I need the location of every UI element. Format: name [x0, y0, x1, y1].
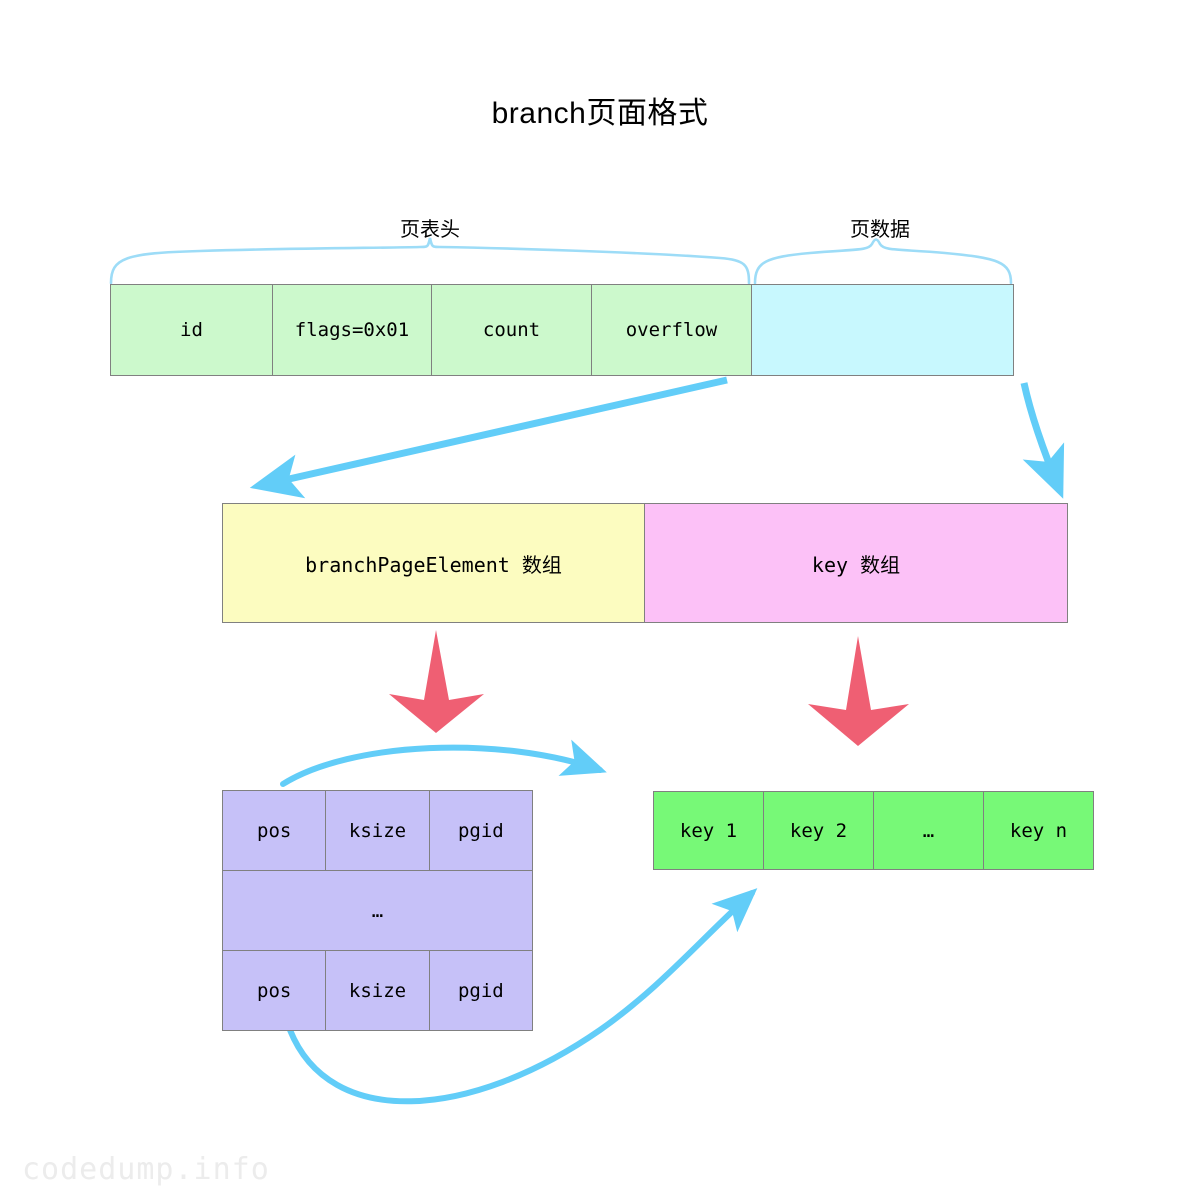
- element-cell-pos-last[interactable]: pos: [223, 951, 327, 1030]
- table-row: pos ksize pgid: [223, 791, 532, 871]
- branch-page-element-table: pos ksize pgid … pos ksize pgid: [222, 790, 533, 1031]
- element-cell-ksize-last[interactable]: ksize: [326, 951, 430, 1030]
- key-cell-1[interactable]: key 1: [654, 792, 764, 869]
- page-header-cell-count[interactable]: count: [432, 285, 592, 375]
- key-cell-n[interactable]: key n: [984, 792, 1093, 869]
- key-array-cell[interactable]: key 数组: [645, 504, 1067, 622]
- arrays-strip: branchPageElement 数组 key 数组: [222, 503, 1068, 623]
- page-header-cell-id[interactable]: id: [111, 285, 273, 375]
- page-header-cell-flags[interactable]: flags=0x01: [273, 285, 432, 375]
- element-cell-ellipsis: …: [223, 871, 532, 950]
- table-row: pos ksize pgid: [223, 951, 532, 1030]
- element-cell-pgid-last[interactable]: pgid: [429, 951, 532, 1030]
- element-cell-pos-first[interactable]: pos: [223, 791, 327, 870]
- page-header-strip: id flags=0x01 count overflow: [110, 284, 1014, 376]
- brace-page-header: [109, 237, 751, 285]
- page-header-cell-overflow[interactable]: overflow: [592, 285, 752, 375]
- arrow-data-to-key-array: [1020, 382, 1065, 499]
- key-cell-2[interactable]: key 2: [764, 792, 874, 869]
- key-array-table: key 1 key 2 … key n: [653, 791, 1094, 870]
- diagram-canvas: branch页面格式 页表头 页数据 id flags=0x01 count o…: [0, 0, 1200, 1200]
- page-title: branch页面格式: [491, 97, 709, 130]
- brace-page-data: [753, 238, 1013, 285]
- arrow-key-array-down: [808, 636, 909, 746]
- brace-label-page-header: 页表头: [400, 219, 460, 241]
- element-cell-pgid-first[interactable]: pgid: [429, 791, 532, 870]
- arrow-element-to-key-top: [280, 739, 607, 787]
- element-cell-ksize-first[interactable]: ksize: [326, 791, 430, 870]
- table-row: …: [223, 871, 532, 951]
- watermark: codedump.info: [22, 1152, 270, 1187]
- arrow-header-to-element-array: [249, 376, 728, 499]
- brace-label-page-data: 页数据: [850, 219, 910, 241]
- key-cell-ellipsis: …: [874, 792, 984, 869]
- arrow-element-array-down: [389, 630, 484, 733]
- branch-page-element-array-cell[interactable]: branchPageElement 数组: [223, 504, 645, 622]
- page-header-cell-data[interactable]: [752, 285, 1013, 375]
